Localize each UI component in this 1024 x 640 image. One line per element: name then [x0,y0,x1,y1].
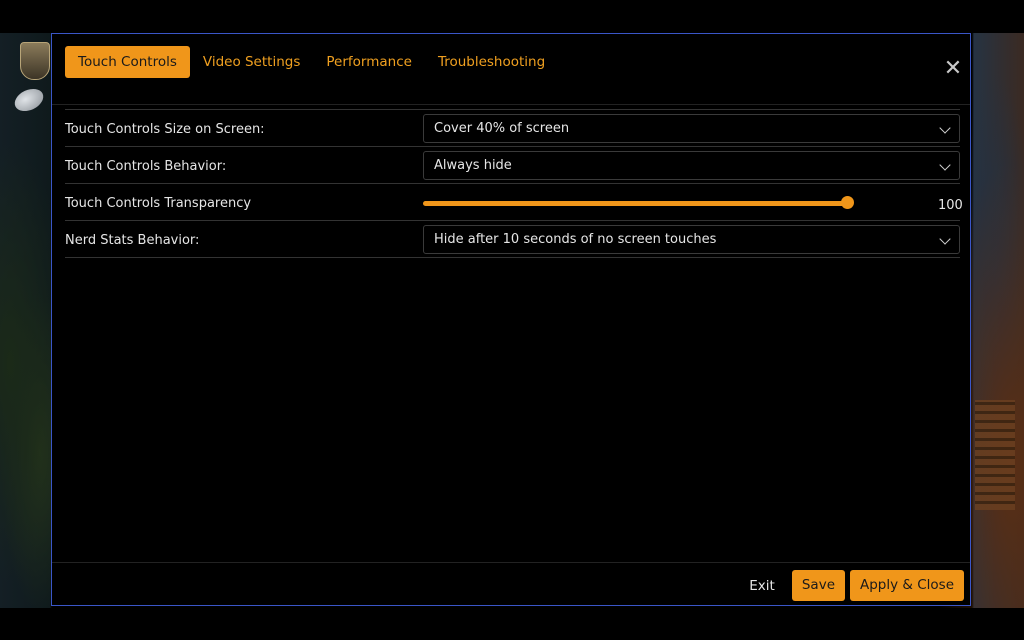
setting-row-size: Touch Controls Size on Screen: Cover 40%… [65,110,960,147]
settings-dialog: Touch Controls Video Settings Performanc… [51,33,971,606]
select-value: Always hide [434,158,512,173]
setting-label: Touch Controls Size on Screen: [65,122,265,137]
emblem-icon [20,42,50,80]
slider-thumb[interactable] [840,196,854,209]
settings-list: Touch Controls Size on Screen: Cover 40%… [65,109,963,258]
tab-video-settings[interactable]: Video Settings [190,46,314,78]
tab-troubleshooting[interactable]: Troubleshooting [425,46,558,78]
chevron-down-icon [939,122,951,134]
header-divider [52,104,970,105]
tab-bar: Touch Controls Video Settings Performanc… [65,46,558,78]
footer-actions: Exit Save Apply & Close [737,570,964,601]
close-icon[interactable]: ✕ [943,58,963,80]
apply-close-button[interactable]: Apply & Close [850,570,964,601]
setting-label: Nerd Stats Behavior: [65,233,200,248]
setting-label: Touch Controls Behavior: [65,159,227,174]
setting-row-transparency: Touch Controls Transparency 100 [65,184,963,221]
tab-performance[interactable]: Performance [313,46,425,78]
transparency-slider[interactable] [423,201,847,206]
select-value: Hide after 10 seconds of no screen touch… [434,232,717,247]
wooden-cart-image [975,400,1015,510]
size-select[interactable]: Cover 40% of screen [423,114,960,143]
nerd-stats-select[interactable]: Hide after 10 seconds of no screen touch… [423,225,960,254]
tab-touch-controls[interactable]: Touch Controls [65,46,190,78]
select-value: Cover 40% of screen [434,121,570,136]
setting-row-behavior: Touch Controls Behavior: Always hide [65,147,960,184]
setting-label: Touch Controls Transparency [65,196,252,211]
chevron-down-icon [939,159,951,171]
footer-divider [52,562,970,563]
setting-row-nerd-stats: Nerd Stats Behavior: Hide after 10 secon… [65,221,960,258]
behavior-select[interactable]: Always hide [423,151,960,180]
chevron-down-icon [939,233,951,245]
slider-value: 100 [938,198,963,213]
exit-button[interactable]: Exit [737,578,787,594]
save-button[interactable]: Save [791,570,845,601]
